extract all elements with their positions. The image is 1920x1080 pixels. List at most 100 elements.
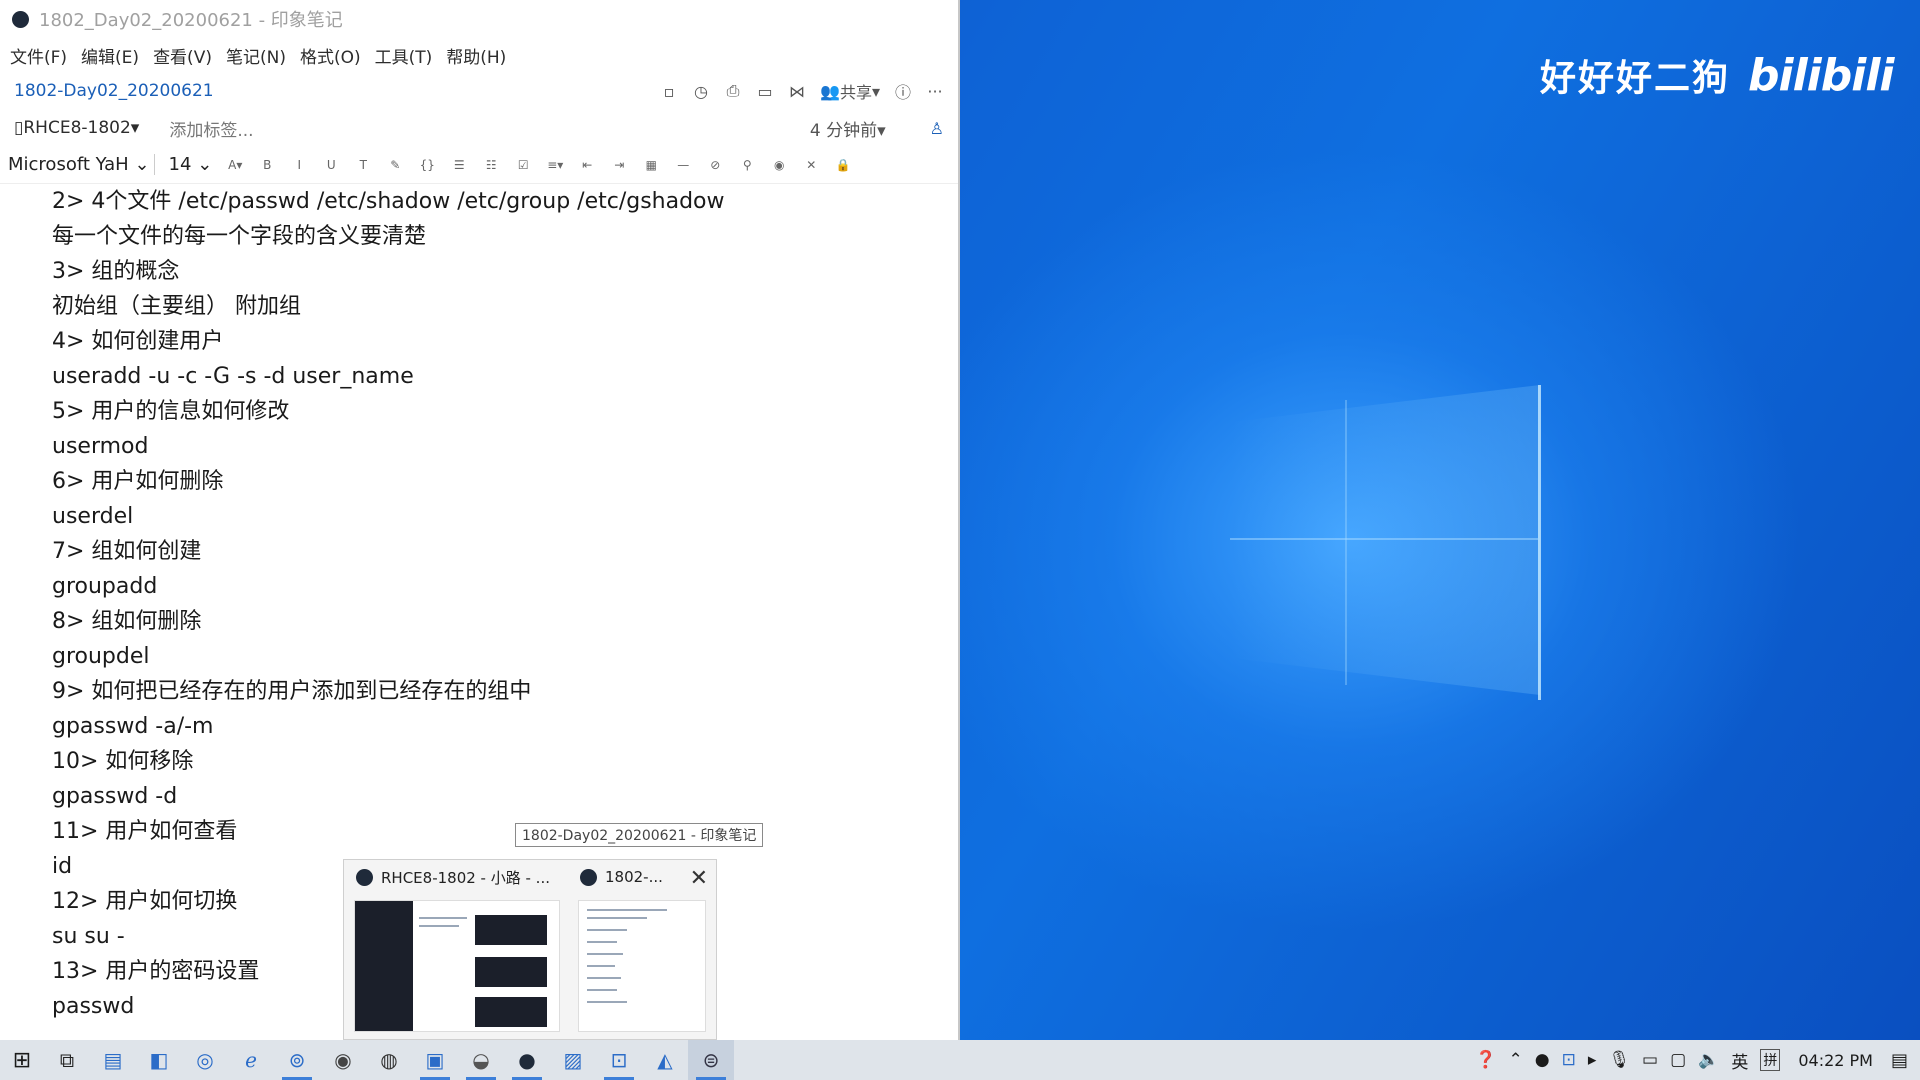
uploader-watermark: 好好好二狗 bilibili xyxy=(1540,40,1895,110)
share-link-icon[interactable]: ⋈ xyxy=(788,81,806,101)
evernote-taskbar-icon[interactable]: ● xyxy=(504,1040,550,1080)
print-icon[interactable]: ⎙ xyxy=(724,81,742,101)
table-icon[interactable]: ▦ xyxy=(642,158,660,172)
menu-help[interactable]: 帮助(H) xyxy=(446,43,506,68)
screen-capture-tray-icon[interactable]: ⊡ xyxy=(1562,1050,1576,1070)
help-icon[interactable]: ❓ xyxy=(1475,1050,1496,1070)
vscode-icon[interactable]: ◭ xyxy=(642,1040,688,1080)
clear-format-icon[interactable]: ✕ xyxy=(802,158,820,172)
menu-tools[interactable]: 工具(T) xyxy=(375,43,433,68)
remote-icon[interactable]: ◒ xyxy=(458,1040,504,1080)
people-icon: 👥 xyxy=(820,81,840,101)
indent-icon[interactable]: ⇥ xyxy=(610,158,628,172)
reminder-icon[interactable]: ◷ xyxy=(692,81,710,101)
last-edited-time[interactable]: 4 分钟前▾ xyxy=(810,116,886,141)
info-icon[interactable]: ⓘ xyxy=(894,81,912,102)
ie-icon[interactable]: ⊚ xyxy=(274,1040,320,1080)
note-line: 6> 用户如何删除 xyxy=(52,469,224,494)
app-icon[interactable]: ◍ xyxy=(366,1040,412,1080)
note-line: gpasswd -d xyxy=(52,784,178,809)
bold-icon[interactable]: B xyxy=(258,158,276,172)
strikethrough-icon[interactable]: T xyxy=(354,158,372,172)
share-button[interactable]: 👥 共享 ▾ xyxy=(820,81,880,103)
tray-app-icon[interactable]: ● xyxy=(1535,1050,1550,1070)
checkbox-icon[interactable]: ☑ xyxy=(514,158,532,172)
outdent-icon[interactable]: ⇤ xyxy=(578,158,596,172)
note-title[interactable]: 1802-Day02_20200621 xyxy=(14,81,660,101)
add-tag-field[interactable]: 添加标签... xyxy=(169,116,780,141)
link-icon[interactable]: ⊘ xyxy=(706,158,724,172)
photos-icon[interactable]: ▨ xyxy=(550,1040,596,1080)
recorder-icon[interactable]: ⊜ xyxy=(688,1040,734,1080)
file-explorer-icon[interactable]: ▤ xyxy=(90,1040,136,1080)
menu-note[interactable]: 笔记(N) xyxy=(226,43,286,68)
bullet-list-icon[interactable]: ☰ xyxy=(450,158,468,172)
highlight-icon[interactable]: ✎ xyxy=(386,158,404,172)
title-bar[interactable]: 1802_Day02_20200621 - 印象笔记 xyxy=(0,0,958,38)
close-icon[interactable]: ✕ xyxy=(690,866,708,891)
store-icon[interactable]: ◧ xyxy=(136,1040,182,1080)
chrome-icon[interactable]: ◉ xyxy=(320,1040,366,1080)
ime-language[interactable]: 英 xyxy=(1731,1048,1748,1073)
network-icon[interactable]: ▢ xyxy=(1670,1050,1686,1070)
evernote-app-icon xyxy=(12,10,29,28)
chevron-down-icon: ⌄ xyxy=(197,154,213,175)
notebook-name: RHCE8-1802 xyxy=(23,118,131,138)
note-line: 9> 如何把已经存在的用户添加到已经存在的组中 xyxy=(52,679,532,704)
encrypt-icon[interactable]: 🔒 xyxy=(834,158,852,172)
author-icon[interactable]: ♙ xyxy=(930,119,944,138)
bilibili-logo: bilibili xyxy=(1748,49,1894,101)
edge-icon[interactable]: ℯ xyxy=(228,1040,274,1080)
menu-bar: 文件(F) 编辑(E) 查看(V) 笔记(N) 格式(O) 工具(T) 帮助(H… xyxy=(0,38,958,72)
vmware-icon[interactable]: ▣ xyxy=(412,1040,458,1080)
browser-icon[interactable]: ◎ xyxy=(182,1040,228,1080)
italic-icon[interactable]: I xyxy=(290,158,308,172)
windows-logo-graphic xyxy=(1230,385,1540,695)
align-icon[interactable]: ≡▾ xyxy=(546,158,564,172)
battery-icon[interactable]: ▭ xyxy=(1642,1050,1658,1070)
chevron-up-icon[interactable]: ⌃ xyxy=(1509,1050,1523,1070)
font-size-select[interactable]: 14 ⌄ xyxy=(169,154,213,175)
capture-icon[interactable]: ⊡ xyxy=(596,1040,642,1080)
volume-icon[interactable]: 🔈 xyxy=(1698,1050,1719,1070)
note-line: userdel xyxy=(52,504,134,529)
windows-logo-edge xyxy=(1538,385,1541,700)
note-info-icon[interactable]: ▫ xyxy=(660,81,678,101)
windows-start-icon[interactable]: ⊞ xyxy=(0,1040,44,1080)
record-icon[interactable]: ◉ xyxy=(770,158,788,172)
more-button[interactable]: ··· xyxy=(926,81,944,101)
ime-mode[interactable]: 拼 xyxy=(1760,1049,1781,1071)
menu-file[interactable]: 文件(F) xyxy=(10,43,67,68)
windows-logo-divider xyxy=(1230,538,1540,540)
text-color-icon[interactable]: A▾ xyxy=(226,158,244,172)
menu-edit[interactable]: 编辑(E) xyxy=(81,43,139,68)
preview-card-note[interactable]: 1802-... ✕ xyxy=(568,860,718,1041)
taskbar-preview-tooltip: 1802-Day02_20200621 - 印象笔记 xyxy=(515,823,764,847)
taskbar-thumbnail-preview: RHCE8-1802 - 小路 - ... 1802-... ✕ xyxy=(343,859,717,1040)
microphone-icon[interactable]: 🎙 xyxy=(1608,1050,1630,1070)
time-ago-label: 4 分钟前 xyxy=(809,120,878,141)
code-icon[interactable]: {} xyxy=(418,158,436,172)
menu-format[interactable]: 格式(O) xyxy=(300,43,361,68)
share-label: 共享 xyxy=(839,83,872,102)
note-line: 3> 组的概念 xyxy=(52,259,180,284)
windows-logo-divider-vertical xyxy=(1345,400,1347,685)
underline-icon[interactable]: U xyxy=(322,158,340,172)
windows-taskbar: ⊞ ⧉ ▤ ◧ ◎ ℯ ⊚ ◉ ◍ ▣ ◒ ● ▨ ⊡ ◭ ⊜ ❓ ⌃ ● ⊡ … xyxy=(0,1040,1920,1080)
notification-icon[interactable]: ▤ xyxy=(1891,1050,1908,1071)
preview-card-rhce[interactable]: RHCE8-1802 - 小路 - ... xyxy=(344,860,568,1041)
font-family-select[interactable]: Microsoft YaH ⌄ xyxy=(8,154,155,175)
horizontal-rule-icon[interactable]: — xyxy=(674,158,692,172)
cursor-icon[interactable]: ▸ xyxy=(1588,1050,1597,1070)
chevron-down-icon: ▾ xyxy=(877,120,886,141)
notebook-tag-bar: ▯RHCE8-1802▾ 添加标签... 4 分钟前▾ ♙ xyxy=(0,110,958,146)
attach-icon[interactable]: ⚲ xyxy=(738,158,756,172)
menu-view[interactable]: 查看(V) xyxy=(153,43,212,68)
note-line: 2> 4个文件 /etc/passwd /etc/shadow /etc/gro… xyxy=(52,189,725,214)
clock[interactable]: 04:22 PM xyxy=(1792,1051,1879,1070)
present-icon[interactable]: ▭ xyxy=(756,81,774,101)
notebook-selector[interactable]: ▯RHCE8-1802▾ xyxy=(14,118,139,138)
task-view-icon[interactable]: ⧉ xyxy=(44,1040,90,1080)
window-title: 1802_Day02_20200621 - 印象笔记 xyxy=(39,10,343,31)
numbered-list-icon[interactable]: ☷ xyxy=(482,158,500,172)
